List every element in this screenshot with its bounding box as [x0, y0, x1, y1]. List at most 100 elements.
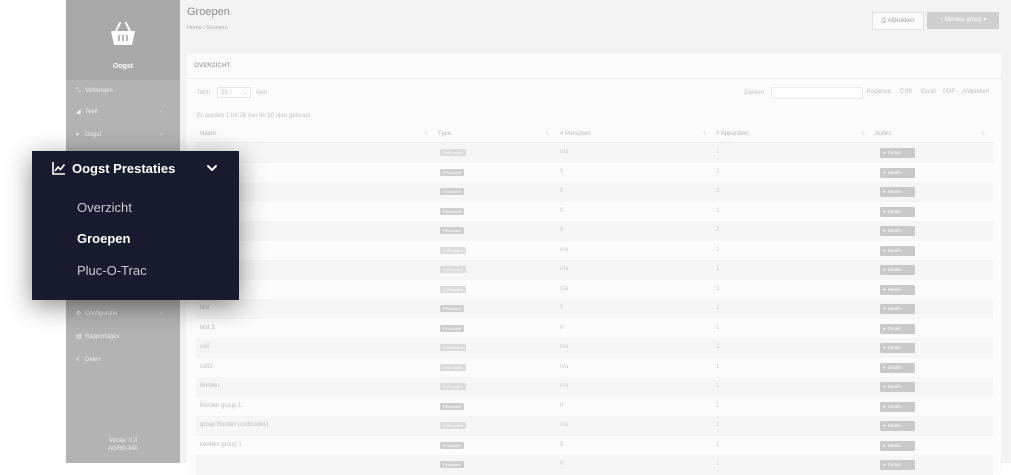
- info-icon: ●: [883, 208, 886, 214]
- column-header-naam[interactable]: Naam: [200, 128, 216, 141]
- details-label: Details: [887, 345, 902, 350]
- info-icon: ●: [883, 228, 886, 233]
- personen-count: n/a: [560, 344, 569, 350]
- details-button[interactable]: ● Details: [880, 206, 915, 217]
- submenu-item-overzicht[interactable]: Overzicht: [77, 200, 132, 216]
- type-badge: Personeel: [440, 441, 465, 449]
- details-button[interactable]: ● Details: [880, 226, 915, 236]
- details-button[interactable]: ● Details: [880, 460, 915, 470]
- info-icon: ●: [883, 286, 886, 292]
- column-header-personen[interactable]: # Personen: [560, 128, 591, 141]
- chevron-left-icon: ‹: [160, 311, 162, 317]
- group-name: coli: [200, 344, 210, 350]
- show-suffix: rijen: [256, 90, 268, 96]
- table-row: Colli codes n/a 1 ● Details: [196, 280, 993, 300]
- column-header-acties[interactable]: Acties: [875, 128, 891, 141]
- details-button[interactable]: ● Details: [880, 245, 915, 256]
- type-badge: Personeel: [440, 227, 465, 234]
- type-badge: Personeel: [440, 461, 465, 468]
- details-button[interactable]: ● Details: [880, 421, 915, 431]
- details-button[interactable]: ● Details: [880, 304, 915, 314]
- details-button[interactable]: ● Details: [880, 187, 915, 197]
- apparaten-count: 1: [716, 305, 720, 311]
- gear-icon: ⚙: [76, 311, 82, 317]
- sidebar-item-teelt[interactable]: ◢ Teelt ‹: [76, 105, 172, 119]
- apparaten-count: 1: [716, 246, 720, 253]
- personen-count: 0: [560, 402, 564, 409]
- sidebar-item-verbergen[interactable]: ⤡ Verbergen: [76, 84, 172, 98]
- sidebar-item-label: Configuratie: [85, 311, 118, 317]
- chevron-down-icon[interactable]: [206, 162, 218, 174]
- table-row: Personeel 0 2 ● Details: [196, 163, 993, 183]
- print-button[interactable]: ⎙ Afdrukken: [872, 12, 924, 30]
- chevron-left-icon: ‹: [160, 109, 162, 115]
- breadcrumb-home[interactable]: Home: [187, 25, 202, 31]
- details-button[interactable]: ● Details: [880, 382, 915, 392]
- sidebar-item-delen[interactable]: < Delen: [76, 353, 172, 367]
- sidebar-item-label: Verbergen: [85, 88, 113, 94]
- table-row: Personeel 0 1 ● Details: [196, 455, 993, 475]
- table-row: Personeel 0 2 ● Details: [196, 182, 993, 202]
- info-icon: ●: [883, 325, 886, 331]
- apparaten-count: 2: [716, 168, 720, 175]
- details-label: Details: [887, 364, 902, 370]
- row-count-info: Er worden 1 tot 25 van de 50 rijen getoo…: [197, 113, 311, 119]
- excel-button[interactable]: Excel: [921, 89, 936, 95]
- copy-button[interactable]: Kopieren: [867, 89, 891, 95]
- personen-count: n/a: [560, 149, 569, 155]
- build-code: AGRO-340: [108, 446, 138, 452]
- personen-count: 0: [560, 461, 564, 467]
- sidebar-item-configuratie[interactable]: ⚙ Configuratie ‹: [76, 307, 172, 321]
- version-number: Versie: 0.3: [108, 438, 138, 444]
- chart-icon: ◢: [76, 109, 81, 115]
- page-size-select[interactable]: 25 ⌄: [217, 87, 251, 98]
- table-row: Colli codes n/a 1 ● Details: [196, 260, 993, 280]
- column-header-apparaten[interactable]: # Apparaten: [716, 128, 748, 141]
- print-table-button[interactable]: Afdrukken: [962, 89, 989, 95]
- group-name: Borden group 1: [200, 402, 242, 409]
- overview-panel: OVERZICHT Toon 25 ⌄ rijen Zoeken: Kopier…: [186, 54, 1001, 475]
- document-icon: ▤: [76, 334, 82, 340]
- table-row: kennen group 1 Personeel 0 1 ● Details: [196, 436, 993, 456]
- info-icon: ●: [883, 267, 886, 272]
- details-button[interactable]: ● Details: [880, 284, 915, 295]
- submenu-item-groepen[interactable]: Groepen: [77, 231, 130, 247]
- version-info: Versie: 0.3 AGRO-340: [66, 437, 180, 453]
- new-group-button[interactable]: + Nieuwe groep ▾: [927, 12, 999, 29]
- column-header-type[interactable]: Type: [438, 128, 451, 141]
- oogst-prestaties-submenu: Oogst Prestaties Overzicht Groepen Pluc-…: [32, 151, 239, 300]
- sort-icon: ⇅: [424, 131, 429, 137]
- csv-button[interactable]: CSV: [900, 89, 912, 95]
- type-badge: Personeel: [440, 188, 465, 195]
- apparaten-count: 1: [716, 149, 720, 155]
- submenu-header[interactable]: Oogst Prestaties: [52, 161, 175, 177]
- sidebar-item-oogst[interactable]: ▾ Oogst ‹: [76, 128, 172, 142]
- info-icon: ●: [883, 345, 886, 350]
- details-button[interactable]: ● Details: [880, 440, 915, 451]
- search-input[interactable]: [771, 87, 863, 99]
- sort-icon: ⇅: [703, 131, 708, 137]
- type-badge: Personeel: [440, 402, 465, 410]
- details-label: Details: [887, 228, 902, 233]
- info-icon: ●: [883, 403, 886, 409]
- personen-count: n/a: [560, 266, 569, 272]
- submenu-item-pluc-o-trac[interactable]: Pluc-O-Trac: [77, 263, 147, 279]
- info-icon: ●: [883, 306, 886, 311]
- sidebar-item-rapportages[interactable]: ▤ Rapportages: [76, 330, 172, 344]
- details-label: Details: [887, 423, 902, 428]
- page-size-value: 25: [221, 90, 228, 96]
- details-button[interactable]: ● Details: [880, 401, 915, 412]
- sidebar-brand[interactable]: Oogst: [66, 0, 180, 80]
- apparaten-count: 1: [716, 207, 720, 214]
- details-button[interactable]: ● Details: [880, 148, 915, 158]
- pdf-button[interactable]: PDF: [943, 89, 955, 95]
- details-button[interactable]: ● Details: [880, 362, 915, 373]
- details-button[interactable]: ● Details: [880, 343, 915, 353]
- details-button[interactable]: ● Details: [880, 323, 915, 334]
- info-icon: ●: [883, 442, 886, 448]
- details-button[interactable]: ● Details: [880, 167, 915, 178]
- apparaten-count: 1: [716, 285, 720, 292]
- apparaten-count: 1: [716, 363, 720, 370]
- details-button[interactable]: ● Details: [880, 265, 915, 275]
- details-label: Details: [887, 150, 902, 155]
